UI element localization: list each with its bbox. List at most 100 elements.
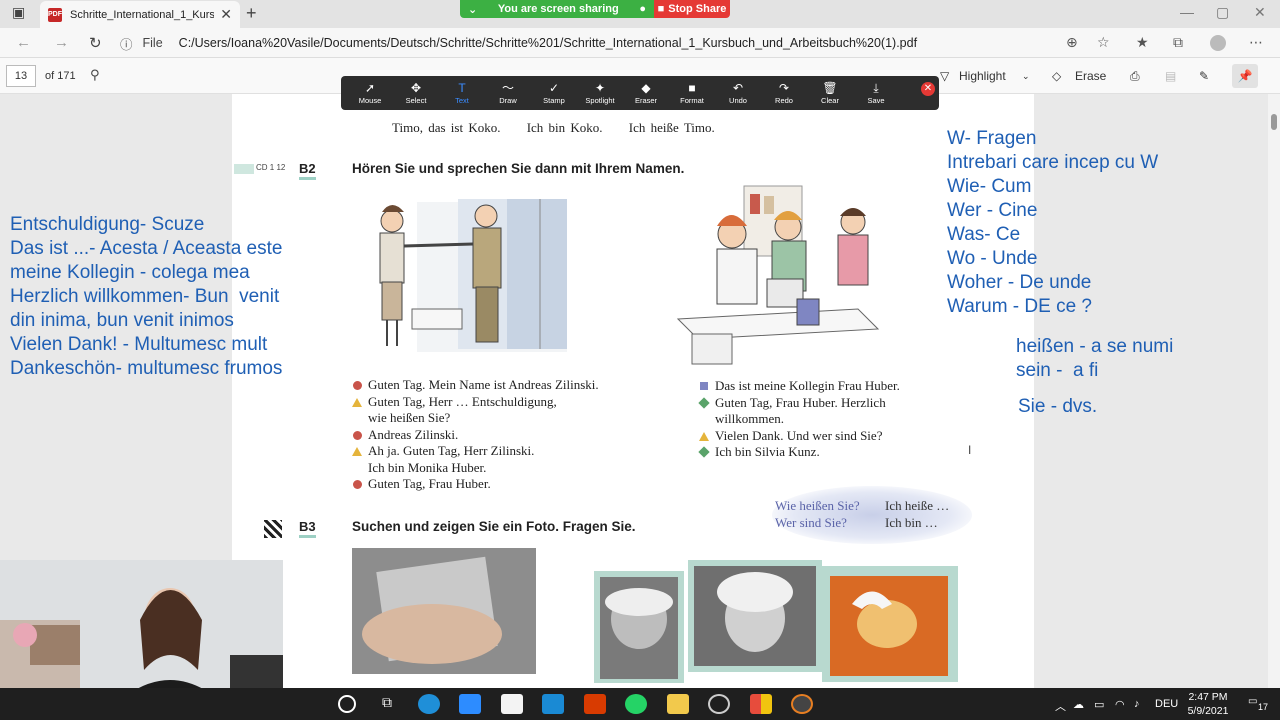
url-field[interactable]: ⓘ File C:/Users/Ioana%20Vasile/Documents…	[120, 31, 1120, 55]
battery-icon[interactable]: ▭	[1094, 698, 1104, 711]
close-annotation-icon[interactable]: ✕	[921, 82, 935, 96]
stop-icon: ■	[657, 3, 665, 15]
save-icon[interactable]: ▤	[1165, 69, 1176, 83]
annotation-toolbar: ➚ Mouse ✥ Select T Text 〜 Draw ✓ Stamp ✦ Spotlight ◆…	[341, 76, 939, 110]
dialogue-text: Guten Tag, Frau Huber. Herzlich willkomm…	[715, 394, 886, 427]
clear-icon: 🗑	[822, 81, 838, 95]
dialogue-line: Ah ja. Guten Tag, Herr Zilinski. Ich bin…	[352, 443, 652, 476]
tab-title: Schritte_International_1_Kursbuc	[70, 8, 215, 21]
task-view-icon[interactable]: ⧉	[376, 694, 398, 714]
whatsapp-icon[interactable]	[625, 694, 647, 714]
speaker-marker	[699, 428, 715, 444]
highlight-button[interactable]: Highlight	[959, 69, 1006, 83]
info-icon[interactable]: ⓘ	[120, 34, 133, 53]
print-icon[interactable]: ⎙	[1130, 69, 1140, 84]
select-icon: ✥	[410, 81, 422, 95]
keyboard-language[interactable]: DEU	[1155, 698, 1178, 710]
annotate-tool-select[interactable]: ✥ Select	[393, 81, 439, 105]
minimize-icon[interactable]: —	[1180, 4, 1194, 20]
recorder-icon[interactable]	[791, 694, 813, 714]
stamp-icon: ✓	[548, 81, 560, 95]
bubble-question-2: Wer sind Sie?	[775, 515, 847, 530]
browser-tab[interactable]: PDF Schritte_International_1_Kursbuc ✕	[40, 1, 240, 28]
profile-avatar[interactable]	[1210, 35, 1226, 51]
add-favorite-icon[interactable]: ☆	[1097, 34, 1110, 51]
edge-icon[interactable]	[418, 694, 440, 714]
speaker-marker	[352, 427, 368, 443]
save-as-icon[interactable]: ✎	[1199, 69, 1209, 83]
mail-icon[interactable]	[542, 694, 564, 714]
cd-badge	[234, 164, 254, 174]
annotate-tool-save[interactable]: ⤓ Save	[853, 81, 899, 105]
zoom-app-icon[interactable]	[459, 694, 481, 714]
new-tab-icon[interactable]: +	[246, 3, 257, 24]
vertical-scrollbar[interactable]	[1268, 94, 1280, 688]
notification-icon[interactable]: ▭	[1248, 696, 1257, 707]
annotate-tool-text[interactable]: T Text	[439, 81, 485, 105]
asterix-photo	[822, 566, 958, 682]
annotate-tool-clear[interactable]: 🗑 Clear	[807, 81, 853, 105]
page-number-input[interactable]: 13	[6, 65, 36, 87]
annotate-tool-stamp[interactable]: ✓ Stamp	[531, 81, 577, 105]
dialogue-text: Das ist meine Kollegin Frau Huber.	[715, 378, 900, 393]
dialogue-text: Guten Tag. Mein Name ist Andreas Zilinsk…	[368, 377, 599, 392]
annotate-tool-label: Select	[405, 96, 427, 105]
speaker-marker	[698, 444, 715, 460]
cd-track: CD 1 12	[256, 163, 286, 172]
redo-icon: ↷	[778, 81, 790, 95]
highlight-icon[interactable]: ▽	[940, 69, 949, 83]
speaker-marker	[698, 395, 715, 411]
search-icon[interactable]	[338, 695, 356, 713]
save-icon: ⤓	[873, 81, 879, 95]
text-icon: T	[458, 81, 466, 95]
volume-icon[interactable]: ♪	[1134, 698, 1140, 710]
back-icon[interactable]: ←	[16, 34, 31, 51]
dialogue-left: Guten Tag. Mein Name ist Andreas Zilinsk…	[352, 377, 652, 493]
collections-icon[interactable]: ⧉	[1173, 34, 1183, 51]
tab-actions-icon[interactable]: ▣	[12, 4, 25, 21]
speaker-dia-icon	[698, 446, 710, 458]
annotate-tool-format[interactable]: ■ Format	[669, 81, 715, 105]
calculator-icon[interactable]	[750, 694, 772, 714]
favorites-icon[interactable]: ★	[1136, 34, 1149, 51]
file-explorer-icon[interactable]	[667, 694, 689, 714]
section-b3-label: B3	[299, 519, 316, 538]
browser-tab-bar: ▣ PDF Schritte_International_1_Kursbuc ✕…	[0, 0, 1280, 28]
speaker-marker	[352, 476, 368, 492]
wifi-icon[interactable]: ◠	[1115, 698, 1125, 711]
handshake-illustration	[379, 199, 567, 352]
annotate-tool-redo[interactable]: ↷ Redo	[761, 81, 807, 105]
annotate-tool-spotlight[interactable]: ✦ Spotlight	[577, 81, 623, 105]
annotate-tool-eraser[interactable]: ◆ Eraser	[623, 81, 669, 105]
screen-sharing-status[interactable]: ⌄ You are screen sharing ●	[460, 0, 654, 18]
forward-icon[interactable]: →	[54, 34, 69, 51]
scrollbar-thumb[interactable]	[1271, 114, 1277, 130]
tab-close-icon[interactable]: ✕	[220, 6, 232, 23]
speaker-dot-icon	[353, 480, 362, 489]
stop-share-button[interactable]: ■ Stop Share	[654, 0, 730, 18]
more-options-icon[interactable]: ⋯	[1249, 34, 1263, 51]
window-close-icon[interactable]: ✕	[1254, 4, 1266, 21]
book-top-line: Timo, das ist Koko. Ich bin Koko. Ich he…	[392, 120, 715, 135]
erase-icon[interactable]: ◇	[1052, 69, 1061, 83]
annotate-tool-draw[interactable]: 〜 Draw	[485, 81, 531, 105]
tray-chevron-icon[interactable]: ︿	[1055, 698, 1066, 714]
screen-share-bar: ⌄ You are screen sharing ● ■ Stop Share	[460, 0, 730, 18]
annotate-tool-undo[interactable]: ↶ Undo	[715, 81, 761, 105]
system-clock[interactable]: 2:47 PM 5/9/2021	[1180, 690, 1236, 718]
annotate-tool-mouse[interactable]: ➚ Mouse	[347, 81, 393, 105]
store-icon[interactable]	[501, 694, 523, 714]
media-player-icon[interactable]	[708, 694, 730, 714]
group-work-icon	[264, 520, 282, 538]
cloud-icon[interactable]: ☁	[1073, 698, 1084, 711]
dialogue-line: Guten Tag, Frau Huber. Herzlich willkomm…	[698, 394, 939, 428]
refresh-icon[interactable]: ↻	[89, 34, 102, 52]
chevron-down-icon[interactable]: ⌄	[1022, 71, 1030, 82]
zoom-icon[interactable]: ⊕	[1066, 34, 1078, 51]
page-total: of 171	[45, 70, 76, 82]
office-icon[interactable]	[584, 694, 606, 714]
search-icon[interactable]: ⚲	[90, 67, 100, 83]
erase-button[interactable]: Erase	[1075, 69, 1106, 83]
pin-icon[interactable]: 📌	[1232, 64, 1258, 88]
maximize-icon[interactable]: ▢	[1216, 4, 1229, 21]
